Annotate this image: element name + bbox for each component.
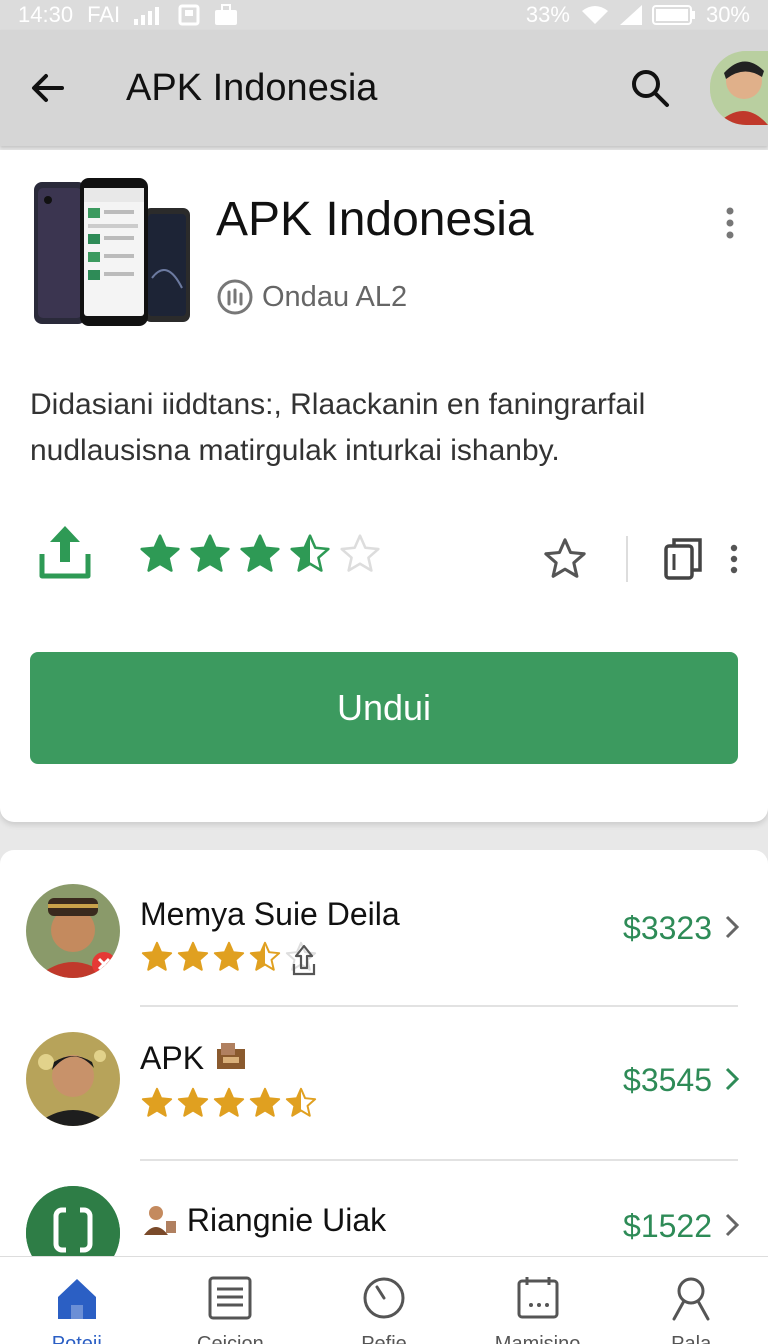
- nav-item-list[interactable]: Ceicion: [154, 1257, 308, 1344]
- arrow-left-icon: [32, 74, 64, 102]
- nav-label: Pefie: [361, 1333, 407, 1344]
- app-actions-row: [30, 522, 742, 592]
- list-item-price: $3545: [623, 1062, 712, 1098]
- list-item-name: Riangnie Uiak: [140, 1202, 386, 1239]
- nav-item-gauge[interactable]: Pefie: [307, 1257, 461, 1344]
- user-avatar[interactable]: [710, 51, 768, 125]
- bottom-navigation: Poteii Ceicion Pefie Mamisino Pala: [0, 1256, 768, 1344]
- back-button[interactable]: [18, 58, 78, 118]
- chevron-right-icon: [725, 915, 740, 939]
- nav-label: Pala: [671, 1333, 712, 1344]
- favorite-button[interactable]: [542, 536, 588, 587]
- sim-icon: [178, 4, 200, 26]
- app-bar-title: APK Indonesia: [126, 66, 378, 109]
- star-half-icon: [249, 941, 281, 971]
- status-battery-left: 33%: [525, 2, 570, 27]
- list-item-name: APK: [140, 1040, 249, 1077]
- star-half-icon: [285, 1087, 317, 1117]
- list-item-rating: [140, 1086, 318, 1120]
- status-bar: 14:30 FAI 33% 30%: [0, 0, 768, 30]
- gauge-icon: [363, 1277, 405, 1319]
- list-item-price: $3323: [623, 910, 712, 946]
- battery-icon: [651, 5, 695, 25]
- developer-info[interactable]: Ondau AL2: [216, 278, 407, 316]
- nav-label: Ceicion: [197, 1333, 264, 1344]
- wifi-icon: [581, 6, 608, 24]
- action-divider: [626, 536, 628, 582]
- star-filled-icon: [213, 1087, 245, 1117]
- list-divider: [140, 1159, 738, 1161]
- star-filled-icon: [190, 534, 230, 572]
- share-button[interactable]: [36, 522, 94, 587]
- person-sticker-icon: [144, 1206, 176, 1235]
- calendar-icon: [517, 1277, 559, 1319]
- app-bar: APK Indonesia: [0, 30, 768, 146]
- more-vertical-icon: [726, 207, 734, 239]
- star-half-icon: [290, 534, 330, 572]
- status-battery-right: 30%: [705, 2, 750, 27]
- sticker-icon: [216, 1043, 245, 1069]
- search-icon: [632, 70, 669, 107]
- star-filled-icon: [141, 941, 173, 971]
- list-item[interactable]: APK $3545: [0, 1026, 768, 1176]
- chevron-right-icon: [725, 1067, 740, 1091]
- status-time: 14:30: [18, 2, 74, 27]
- star-filled-icon: [249, 1087, 281, 1117]
- star-filled-icon: [140, 534, 180, 572]
- list-icon: [208, 1276, 252, 1320]
- list-divider: [140, 1005, 738, 1007]
- upload-share-icon: [39, 526, 91, 579]
- app-screenshot-image: [32, 178, 192, 328]
- list-item-name: Memya Suie Deila: [140, 896, 400, 932]
- star-filled-icon: [177, 941, 209, 971]
- avatar: [26, 884, 120, 978]
- list-item[interactable]: Memya Suie Deila $3323: [0, 874, 768, 1024]
- copy-icon: [664, 538, 702, 580]
- cell-signal-icon: [619, 5, 642, 25]
- status-carrier: FAI: [87, 2, 121, 27]
- nav-label: Poteii: [51, 1333, 102, 1344]
- more-options-button[interactable]: [718, 206, 742, 240]
- avatar: [26, 1032, 120, 1126]
- star-filled-icon: [213, 941, 245, 971]
- signal-icon: [134, 7, 160, 25]
- copy-button[interactable]: [662, 536, 706, 587]
- install-button[interactable]: Undui: [30, 652, 738, 764]
- share-icon: [292, 944, 316, 976]
- more-vertical-icon: [730, 544, 738, 574]
- home-icon: [57, 1279, 96, 1319]
- nav-item-home[interactable]: Poteii: [0, 1257, 154, 1344]
- search-button[interactable]: [620, 58, 680, 118]
- star-filled-icon: [240, 534, 280, 572]
- app-description: Didasiani iiddtans:, Rlaackanin en fanin…: [30, 388, 646, 467]
- star-empty-icon: [340, 534, 380, 572]
- app-detail-card: APK Indonesia Ondau AL2 Didasiani iiddta…: [0, 150, 768, 822]
- star-filled-icon: [177, 1087, 209, 1117]
- star-filled-icon: [141, 1087, 173, 1117]
- app-title: APK Indonesia: [216, 193, 534, 246]
- related-list-card: Memya Suie Deila $3323 APK $3545 Riangni…: [0, 850, 768, 1270]
- star-outline-icon: [544, 538, 586, 578]
- nav-label: Mamisino: [494, 1333, 581, 1344]
- actions-more-button[interactable]: [728, 544, 740, 579]
- briefcase-icon: [215, 4, 238, 25]
- chevron-right-icon: [725, 1213, 740, 1237]
- developer-badge-icon: [217, 279, 253, 315]
- nav-item-calendar[interactable]: Mamisino: [461, 1257, 615, 1344]
- nav-item-profile-search[interactable]: Pala: [614, 1257, 768, 1344]
- profile-search-icon: [672, 1277, 710, 1321]
- app-rating-stars: [138, 532, 382, 576]
- developer-name: Ondau AL2: [262, 280, 408, 313]
- list-item-price: $1522: [623, 1208, 712, 1244]
